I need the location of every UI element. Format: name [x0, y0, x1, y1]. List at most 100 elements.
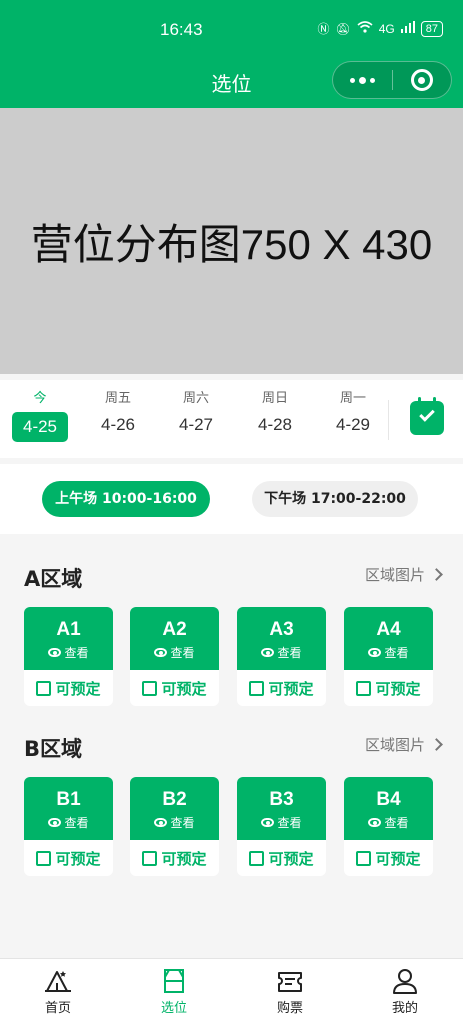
seat-header: B4 查看 [344, 777, 433, 840]
tab-select-seat[interactable]: 选位 [129, 967, 219, 1016]
zone-title-b: B区域 [24, 737, 83, 761]
seat-status: 可预定 [55, 849, 101, 868]
nfc-icon: Ⓝ [317, 22, 330, 36]
seat-book-toggle[interactable]: 可预定 [24, 670, 113, 706]
seat-status: 可预定 [161, 849, 207, 868]
mini-program-capsule [332, 61, 452, 99]
seat-header: A3 查看 [237, 607, 326, 670]
tab-home[interactable]: 首页 [13, 967, 103, 1016]
seat-card-b4[interactable]: B4 查看 可预定 [344, 777, 433, 876]
seat-code: A2 [162, 619, 187, 640]
date-item-0[interactable]: 今 4-25 [9, 386, 71, 448]
session-afternoon[interactable]: 下午场 17:00-22:00 [252, 481, 418, 517]
campsite-map: 营位分布图750 X 430 [0, 108, 463, 374]
seat-view-button[interactable]: 查看 [24, 644, 113, 661]
eye-pupil [158, 650, 163, 655]
checkbox-icon [142, 850, 158, 866]
seat-view-button[interactable]: 查看 [344, 814, 433, 831]
chevron-right-icon [430, 738, 443, 751]
tab-tickets[interactable]: 购票 [245, 967, 335, 1016]
eye-pupil [372, 650, 377, 655]
seat-card-a2[interactable]: A2 查看 可预定 [130, 607, 219, 706]
seat-view-button[interactable]: 查看 [237, 814, 326, 831]
zone-image-link-label: 区域图片 [364, 566, 425, 584]
eye-pupil [52, 650, 57, 655]
wifi-icon [357, 21, 373, 36]
seat-view-label: 查看 [277, 816, 302, 830]
seat-book-toggle[interactable]: 可预定 [344, 840, 433, 876]
seat-card-a4[interactable]: A4 查看 可预定 [344, 607, 433, 706]
checkbox-icon [249, 850, 265, 866]
eye-icon [48, 818, 62, 827]
eye-icon [261, 648, 275, 657]
mute-icon: 🔕︎ [335, 21, 351, 36]
date-item-2[interactable]: 周六 4-27 [165, 386, 227, 448]
date-weekday: 周一 [339, 391, 366, 406]
date-value: 4-28 [257, 415, 293, 434]
seat-view-button[interactable]: 查看 [237, 644, 326, 661]
date-item-1[interactable]: 周五 4-26 [87, 386, 149, 448]
eye-pupil [52, 820, 57, 825]
seat-view-button[interactable]: 查看 [24, 814, 113, 831]
date-weekday: 周日 [261, 391, 288, 406]
seat-card-b3[interactable]: B3 查看 可预定 [237, 777, 326, 876]
calendar-button[interactable] [410, 397, 444, 435]
close-mini-program-button[interactable] [392, 62, 451, 98]
zone-image-link-a[interactable]: 区域图片 [364, 564, 443, 585]
seat-code: A4 [376, 619, 401, 640]
date-item-3[interactable]: 周日 4-28 [244, 386, 306, 448]
session-morning[interactable]: 上午场 10:00-16:00 [42, 481, 210, 517]
seat-header: A1 查看 [24, 607, 113, 670]
seat-card-a3[interactable]: A3 查看 可预定 [237, 607, 326, 706]
seat-book-toggle[interactable]: 可预定 [24, 840, 113, 876]
more-icon-dot [358, 76, 366, 84]
seat-card-b2[interactable]: B2 查看 可预定 [130, 777, 219, 876]
seat-card-b1[interactable]: B1 查看 可预定 [24, 777, 113, 876]
seat-book-toggle[interactable]: 可预定 [237, 670, 326, 706]
date-value: 4-29 [335, 415, 371, 434]
seat-view-button[interactable]: 查看 [130, 814, 219, 831]
session-selector: 上午场 10:00-16:00 下午场 17:00-22:00 [0, 464, 463, 534]
seat-status: 可预定 [55, 679, 101, 698]
map-placeholder-text: 营位分布图750 X 430 [30, 220, 433, 268]
date-weekday: 今 [33, 391, 47, 406]
top-bar: 16:43 Ⓝ 🔕︎ 4G 87 选位 [0, 0, 463, 108]
signal-type: 4G [378, 21, 395, 36]
date-value: 4-27 [178, 415, 214, 434]
user-icon [393, 969, 417, 994]
seat-select-icon [164, 969, 184, 993]
checkbox-icon [142, 680, 158, 696]
date-value: 4-25 [12, 412, 68, 442]
seat-status: 可预定 [268, 679, 314, 698]
eye-icon [261, 818, 275, 827]
date-weekday: 周六 [182, 391, 209, 406]
more-icon [349, 77, 355, 83]
seat-book-toggle[interactable]: 可预定 [344, 670, 433, 706]
seat-book-toggle[interactable]: 可预定 [237, 840, 326, 876]
seat-card-a1[interactable]: A1 查看 可预定 [24, 607, 113, 706]
more-menu-button[interactable] [333, 62, 392, 98]
date-item-4[interactable]: 周一 4-29 [322, 386, 384, 448]
tab-label: 首页 [44, 1001, 71, 1016]
zone-image-link-label: 区域图片 [364, 736, 425, 754]
seat-view-button[interactable]: 查看 [130, 644, 219, 661]
chevron-right-icon [430, 568, 443, 581]
eye-icon [154, 648, 168, 657]
checkbox-icon [356, 850, 372, 866]
seat-view-label: 查看 [384, 646, 409, 660]
date-selector: 今 4-25 周五 4-26 周六 4-27 周日 4-28 周一 4-29 [0, 380, 463, 458]
seat-book-toggle[interactable]: 可预定 [130, 670, 219, 706]
seat-code: B2 [162, 789, 187, 810]
tab-mine[interactable]: 我的 [360, 967, 450, 1016]
seat-view-button[interactable]: 查看 [344, 644, 433, 661]
zone-title-a: A区域 [24, 567, 83, 591]
ticket-icon [278, 972, 302, 992]
checkbox-icon [36, 680, 52, 696]
bottom-tab-bar: 首页 选位 购票 我的 [0, 958, 463, 1024]
zone-image-link-b[interactable]: 区域图片 [364, 734, 443, 755]
seat-code: B4 [376, 789, 401, 810]
close-target-dot [418, 76, 426, 84]
eye-pupil [265, 820, 270, 825]
seat-book-toggle[interactable]: 可预定 [130, 840, 219, 876]
tent-icon [45, 971, 71, 992]
